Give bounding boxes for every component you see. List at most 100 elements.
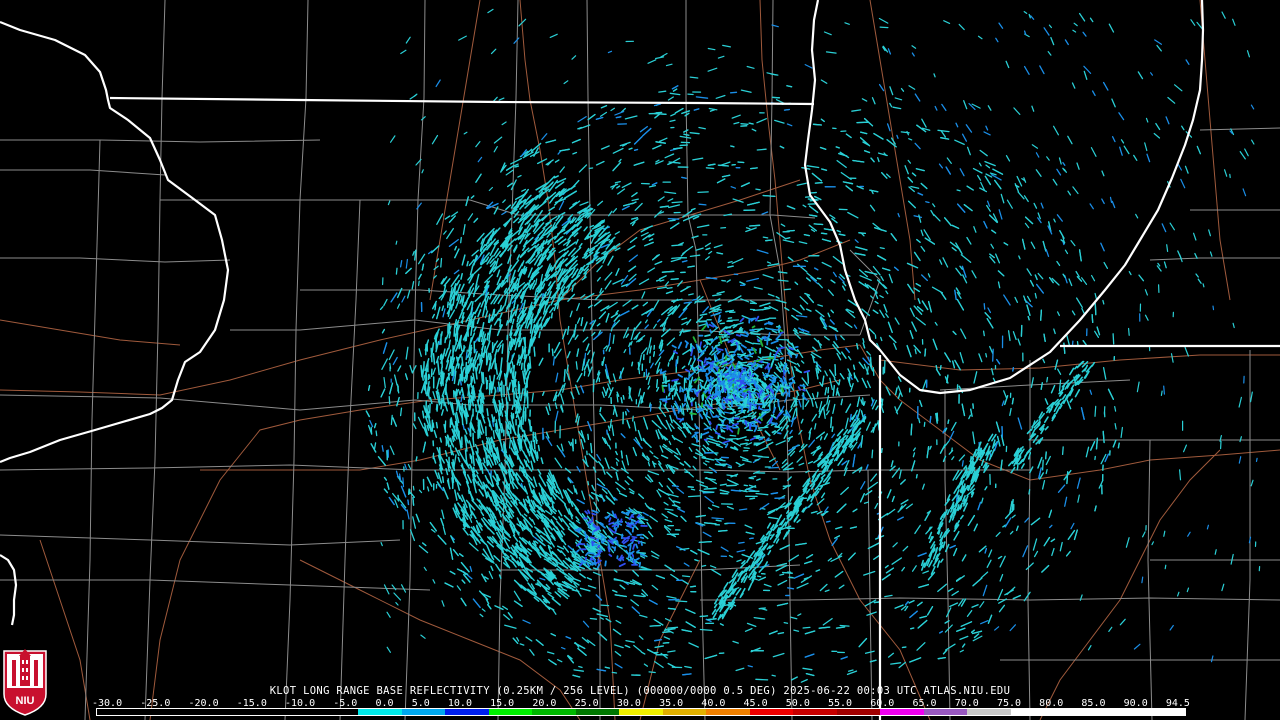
echo-streak [783,288,792,291]
echo-streak [717,529,728,532]
echo-streak [501,343,504,354]
echo-streak [924,348,927,357]
echo-streak [690,488,696,491]
echo-streak [727,466,732,469]
echo-streak [925,201,930,204]
echo-streak [402,477,405,488]
echo-streak [1102,430,1105,444]
echo-streak [838,379,841,386]
echo-streak [600,604,610,607]
echo-streak [983,303,986,310]
echo-streak [730,489,742,492]
echo-streak [777,381,780,388]
echo-streak [648,671,656,674]
echo-streak [592,379,595,393]
echo-streak [783,621,789,624]
echo-streak [750,330,757,334]
echo-streak [412,485,415,491]
echo-streak [727,319,740,322]
echo-streak [653,351,656,357]
echo-streak [729,434,737,437]
echo-streak [675,600,688,603]
echo-streak [1164,564,1167,570]
echo-streak [853,372,856,379]
echo-streak [701,564,707,567]
echo-streak [537,444,541,452]
echo-streak [616,394,619,403]
echo-streak [839,624,850,627]
echo-streak [1212,305,1215,311]
echo-streak [687,495,701,498]
echo-streak [397,494,400,501]
echo-streak [669,219,676,222]
echo-streak [1102,299,1105,305]
echo-streak [514,165,519,168]
echo-streak [802,626,811,629]
echo-streak [628,386,631,398]
echo-streak [812,123,823,126]
echo-streak [649,403,652,412]
echo-streak [761,355,775,358]
echo-streak [550,312,553,319]
echo-streak [757,426,769,429]
echo-streak [457,363,460,369]
echo-streak [743,484,749,487]
echo-streak [631,361,634,367]
echo-streak [620,450,623,459]
echo-streak [698,540,712,544]
echo-streak [729,91,738,94]
echo-streak [1046,376,1049,383]
echo-streak [816,391,819,398]
echo-streak [915,474,918,479]
echo-streak [858,232,867,235]
echo-streak [956,189,961,192]
echo-streak [667,217,680,220]
echo-streak [589,617,598,620]
echo-streak [451,435,455,443]
echo-streak [748,122,754,125]
echo-streak [395,240,398,245]
echo-streak [447,372,451,381]
echo-streak [1141,576,1144,584]
echo-streak [1112,333,1115,345]
echo-streak [399,407,403,417]
echo-streak [781,571,793,574]
echo-streak [1040,309,1043,321]
echo-streak [1016,462,1019,471]
echo-streak [469,453,472,460]
echo-streak [717,164,729,167]
echo-streak [389,362,392,369]
echo-streak [910,423,913,436]
echo-streak [1091,313,1094,324]
echo-streak [771,674,776,677]
echo-streak [511,405,514,410]
echo-streak [662,631,671,633]
echo-streak [1066,471,1069,485]
echo-streak [578,665,583,669]
echo-streak [753,435,761,438]
echo-streak [599,406,602,413]
echo-streak [737,161,745,164]
echo-streak [985,352,988,358]
echo-streak [718,333,728,336]
echo-streak [1041,459,1044,471]
echo-streak [656,379,659,388]
echo-streak [653,112,667,115]
echo-streak [752,342,761,345]
echo-streak [879,247,885,250]
echo-streak [452,365,455,376]
echo-streak [725,437,739,440]
echo-streak [414,249,417,261]
echo-streak [575,361,578,370]
echo-streak [982,330,985,337]
echo-streak [442,395,445,407]
echo-streak [901,646,907,649]
echo-streak [418,280,420,286]
echo-streak [648,402,651,408]
echo-streak [705,167,715,170]
echo-streak [1094,303,1097,316]
echo-streak [636,552,646,554]
echo-streak [831,426,834,433]
echo-streak [726,408,735,411]
echo-streak [533,346,536,357]
